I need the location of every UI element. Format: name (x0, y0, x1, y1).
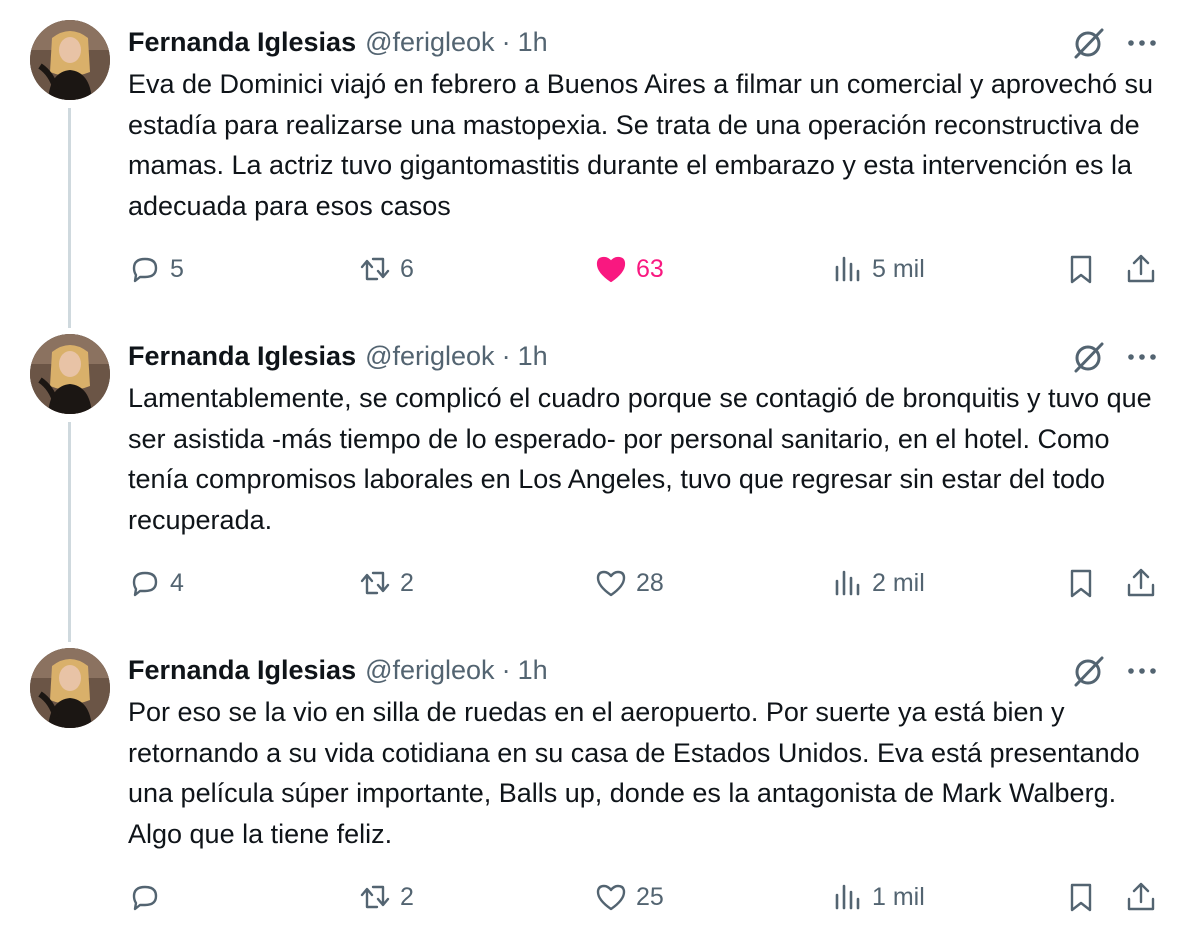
repost-icon (360, 571, 390, 595)
bookmark-button[interactable] (1064, 246, 1098, 292)
bookmark-icon (1070, 569, 1092, 598)
author-handle[interactable]: @ferigleok (365, 655, 494, 686)
tweet-text: Lamentablemente, se complicó el cuadro p… (128, 383, 1152, 535)
tweet[interactable]: Fernanda Iglesias @ferigleok · 1h Eva de… (0, 0, 1200, 328)
reply-count: 4 (170, 568, 184, 597)
share-button[interactable] (1124, 246, 1158, 292)
timestamp[interactable]: 1h (518, 655, 548, 686)
views-icon (835, 884, 860, 910)
reply-icon (132, 257, 158, 283)
bookmark-icon (1070, 255, 1092, 284)
repost-count: 2 (400, 882, 414, 911)
grok-icon[interactable] (1070, 338, 1108, 376)
bookmark-icon (1070, 883, 1092, 912)
views-icon (835, 570, 860, 596)
heart-icon (596, 570, 626, 597)
reply-icon (132, 571, 158, 597)
tweet-header: Fernanda Iglesias @ferigleok · 1h (128, 338, 548, 374)
avatar[interactable] (30, 648, 110, 728)
repost-count: 2 (400, 568, 414, 597)
share-button[interactable] (1124, 874, 1158, 920)
repost-button[interactable]: 6 (358, 246, 414, 292)
thread-line (68, 422, 71, 642)
views-count: 1 mil (872, 882, 925, 911)
avatar[interactable] (30, 334, 110, 414)
reply-icon (132, 885, 158, 911)
views-button[interactable]: 2 mil (830, 560, 925, 606)
like-button[interactable]: 63 (594, 246, 664, 292)
like-button[interactable]: 25 (594, 874, 664, 920)
views-button[interactable]: 5 mil (830, 246, 925, 292)
action-bar: 2 25 1 mil (0, 874, 1200, 920)
grok-icon[interactable] (1070, 652, 1108, 690)
timestamp[interactable]: 1h (518, 341, 548, 372)
grok-icon[interactable] (1070, 24, 1108, 62)
share-icon (1127, 568, 1155, 597)
tweet[interactable]: Fernanda Iglesias @ferigleok · 1h Por es… (0, 628, 1200, 942)
repost-count: 6 (400, 254, 414, 283)
repost-button[interactable]: 2 (358, 874, 414, 920)
avatar[interactable] (30, 20, 110, 100)
more-icon[interactable] (1122, 652, 1162, 690)
share-button[interactable] (1124, 560, 1158, 606)
reply-button[interactable] (128, 874, 170, 920)
separator-dot: · (501, 654, 511, 685)
tweet-text: Por eso se la vio en silla de ruedas en … (128, 697, 1140, 849)
thread-line (68, 108, 71, 328)
more-icon[interactable] (1122, 24, 1162, 62)
separator-dot: · (501, 26, 511, 57)
tweet-header: Fernanda Iglesias @ferigleok · 1h (128, 652, 548, 688)
views-button[interactable]: 1 mil (830, 874, 925, 920)
separator-dot: · (501, 340, 511, 371)
share-icon (1127, 254, 1155, 283)
views-count: 5 mil (872, 254, 925, 283)
author-name[interactable]: Fernanda Iglesias (128, 341, 356, 372)
action-bar: 4 2 28 2 mil (0, 560, 1200, 606)
author-name[interactable]: Fernanda Iglesias (128, 27, 356, 58)
share-icon (1127, 882, 1155, 911)
like-count: 63 (636, 254, 664, 283)
reply-button[interactable]: 5 (128, 246, 184, 292)
author-handle[interactable]: @ferigleok (365, 27, 494, 58)
views-count: 2 mil (872, 568, 925, 597)
bookmark-button[interactable] (1064, 874, 1098, 920)
tweet-text: Eva de Dominici viajó en febrero a Bueno… (128, 69, 1153, 221)
like-count: 28 (636, 568, 664, 597)
tweet-header: Fernanda Iglesias @ferigleok · 1h (128, 24, 548, 60)
repost-icon (360, 257, 390, 281)
repost-button[interactable]: 2 (358, 560, 414, 606)
views-icon (835, 256, 860, 282)
reply-button[interactable]: 4 (128, 560, 184, 606)
author-name[interactable]: Fernanda Iglesias (128, 655, 356, 686)
timestamp[interactable]: 1h (518, 27, 548, 58)
like-count: 25 (636, 882, 664, 911)
action-bar: 5 6 63 5 mil (0, 246, 1200, 292)
more-icon[interactable] (1122, 338, 1162, 376)
reply-count: 5 (170, 254, 184, 283)
bookmark-button[interactable] (1064, 560, 1098, 606)
heart-icon (596, 884, 626, 911)
tweet[interactable]: Fernanda Iglesias @ferigleok · 1h Lament… (0, 314, 1200, 642)
heart-icon (596, 256, 626, 283)
author-handle[interactable]: @ferigleok (365, 341, 494, 372)
like-button[interactable]: 28 (594, 560, 664, 606)
repost-icon (360, 885, 390, 909)
